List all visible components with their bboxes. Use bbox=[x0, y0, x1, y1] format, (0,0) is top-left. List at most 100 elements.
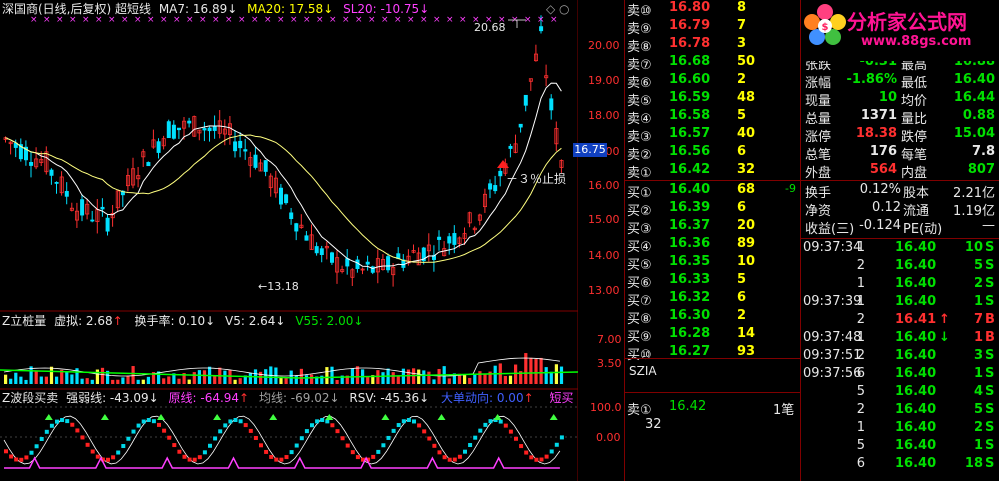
signal-marker: × bbox=[238, 15, 246, 25]
band-dot bbox=[197, 455, 202, 460]
band-dot bbox=[146, 418, 151, 423]
sell-order-row[interactable]: 卖⑨ 16.79 7 bbox=[625, 18, 801, 37]
band-dot bbox=[289, 450, 294, 455]
order-volume: 40 bbox=[737, 126, 756, 141]
current-price-value: 16.75 bbox=[574, 143, 606, 156]
order-volume: 6 bbox=[737, 144, 747, 159]
candle-down bbox=[523, 94, 528, 106]
order-volume: 3 bbox=[737, 36, 747, 51]
quote-value: 16.44 bbox=[953, 90, 995, 105]
price-tick: 20.00 bbox=[588, 39, 620, 52]
tick-row: 09:37:48 1 16.40 ↓ 1 B bbox=[801, 330, 999, 348]
band-dot bbox=[355, 455, 360, 460]
sell-order-row[interactable]: 卖⑩ 16.80 8 bbox=[625, 0, 801, 19]
quote-row: 总量 1371 量比 0.88 bbox=[801, 108, 999, 127]
sell-order-row[interactable]: 卖⑤ 16.59 48 bbox=[625, 90, 801, 109]
sell-order-row[interactable]: 卖④ 16.58 5 bbox=[625, 108, 801, 127]
band-dot bbox=[544, 454, 549, 459]
sell-order-row[interactable]: 卖① 16.42 32 bbox=[625, 162, 801, 181]
band-dot bbox=[44, 429, 49, 434]
band-dot bbox=[70, 422, 75, 427]
buy-order-row[interactable]: 买⑧ 16.30 2 bbox=[625, 308, 801, 327]
volume-ma-line bbox=[3, 357, 560, 377]
buy-order-row[interactable]: 买⑨ 16.28 14 bbox=[625, 326, 801, 345]
buy-order-row[interactable]: 买① 16.40 68 -9 bbox=[625, 182, 801, 201]
indicator-tick: 0.00 bbox=[596, 431, 621, 444]
buy-order-row[interactable]: 买⑦ 16.32 6 bbox=[625, 290, 801, 309]
stats-row: 收益(三) -0.124 PE(动) — bbox=[801, 218, 999, 237]
order-volume: 32 bbox=[737, 162, 756, 177]
volume-bar bbox=[396, 375, 400, 384]
signal-marker: × bbox=[303, 15, 311, 25]
order-level-label: 卖⑦ bbox=[627, 58, 652, 73]
sl20-arrow: ↓ bbox=[419, 2, 430, 16]
candle-down bbox=[549, 98, 554, 111]
band-dot bbox=[406, 418, 411, 423]
tick-list[interactable]: 09:37:34 1 16.40 10 S 2 16.40 5 S 1 16.40 2 S 09:37:3… bbox=[801, 240, 999, 481]
chart-window-controls[interactable]: ◇ ○ bbox=[546, 2, 570, 16]
volume-bar bbox=[55, 376, 59, 384]
signal-marker: × bbox=[277, 15, 285, 25]
buy-order-row[interactable]: 买⑤ 16.35 10 bbox=[625, 254, 801, 273]
rsv-arrow: ↓ bbox=[419, 391, 430, 405]
band-dot bbox=[121, 444, 126, 449]
indicator-header: Z波段买卖 强弱线: -43.09↓ 原线: -64.94↑ 均线: -69.0… bbox=[2, 391, 573, 405]
order-level-label: 买⑩ bbox=[627, 348, 652, 363]
order-level-label: 卖⑩ bbox=[627, 4, 652, 19]
candle-down bbox=[176, 127, 181, 131]
stats-rows: 换手 0.12% 股本 2.21亿 净资 0.12 流通 1.19亿 收益(三) -0.124 PE… bbox=[801, 182, 999, 238]
volume-bar bbox=[259, 371, 263, 384]
tick-side: S bbox=[985, 294, 995, 309]
sell-order-row[interactable]: 卖⑦ 16.68 50 bbox=[625, 54, 801, 73]
buy-signal-arrow bbox=[549, 414, 558, 420]
order-volume: 6 bbox=[737, 290, 747, 305]
band-dot bbox=[452, 457, 457, 462]
sell-order-row[interactable]: 卖③ 16.57 40 bbox=[625, 126, 801, 145]
buy-orders: 买① 16.40 68 -9 买② 16.39 6 买③ 16.37 20 买④ 16.36 89 买⑤ 1… bbox=[625, 182, 801, 363]
band-dot bbox=[162, 428, 167, 433]
sell-order-row[interactable]: 卖⑧ 16.78 3 bbox=[625, 36, 801, 55]
band-dot bbox=[315, 419, 320, 424]
buy-order-row[interactable]: 买⑥ 16.33 5 bbox=[625, 272, 801, 291]
tick-row: 5 16.40 1 S bbox=[801, 438, 999, 456]
band-dot bbox=[386, 435, 391, 440]
rsv-label: RSV: -45.36 bbox=[349, 391, 420, 405]
buy-order-row[interactable]: 买④ 16.36 89 bbox=[625, 236, 801, 255]
volume-bar bbox=[478, 371, 482, 384]
sell-order-row[interactable]: 卖⑥ 16.60 2 bbox=[625, 72, 801, 91]
price-tick: 14.00 bbox=[588, 249, 620, 262]
volume-bar bbox=[381, 372, 385, 384]
candle-down bbox=[488, 183, 493, 190]
tick-volume: 1 bbox=[973, 438, 983, 453]
quote-row: 总笔 176 每笔 7.8 bbox=[801, 144, 999, 163]
chart-area[interactable]: × × × × × × × × × × × × × × × × × × × × × × × × × × × × × × × × × × × × × × × ×… bbox=[0, 0, 622, 481]
buy-order-row[interactable]: 买② 16.39 6 bbox=[625, 200, 801, 219]
order-volume: 14 bbox=[737, 326, 756, 341]
tick-volume: 10 bbox=[964, 240, 983, 255]
band-dot bbox=[65, 419, 70, 424]
order-price: 16.35 bbox=[669, 254, 711, 269]
volume-bar bbox=[447, 378, 451, 384]
volume-bar bbox=[559, 366, 564, 384]
volume-bar bbox=[95, 369, 99, 384]
volume-bar bbox=[202, 370, 207, 384]
candle-down bbox=[233, 141, 238, 152]
candle-down bbox=[263, 160, 268, 172]
candle-down bbox=[80, 199, 85, 216]
buy-signal-arrow bbox=[44, 414, 53, 420]
buy-order-row[interactable]: 买⑩ 16.27 93 bbox=[625, 344, 801, 363]
band-dot bbox=[350, 450, 355, 455]
order-level-label: 买⑧ bbox=[627, 312, 652, 327]
sell-order-row[interactable]: 卖② 16.56 6 bbox=[625, 144, 801, 163]
volume-bar bbox=[116, 379, 120, 384]
order-volume: 10 bbox=[737, 254, 756, 269]
band-dot bbox=[549, 449, 554, 454]
order-volume: 7 bbox=[737, 18, 747, 33]
tick-side: S bbox=[985, 366, 995, 381]
band-dot bbox=[442, 455, 447, 460]
buy-order-row[interactable]: 买③ 16.37 20 bbox=[625, 218, 801, 237]
price-tick: 15.00 bbox=[588, 213, 620, 226]
signal-marker: × bbox=[459, 15, 467, 25]
bigorder-arrow: ↑ bbox=[523, 391, 534, 405]
band-dot bbox=[182, 454, 187, 459]
